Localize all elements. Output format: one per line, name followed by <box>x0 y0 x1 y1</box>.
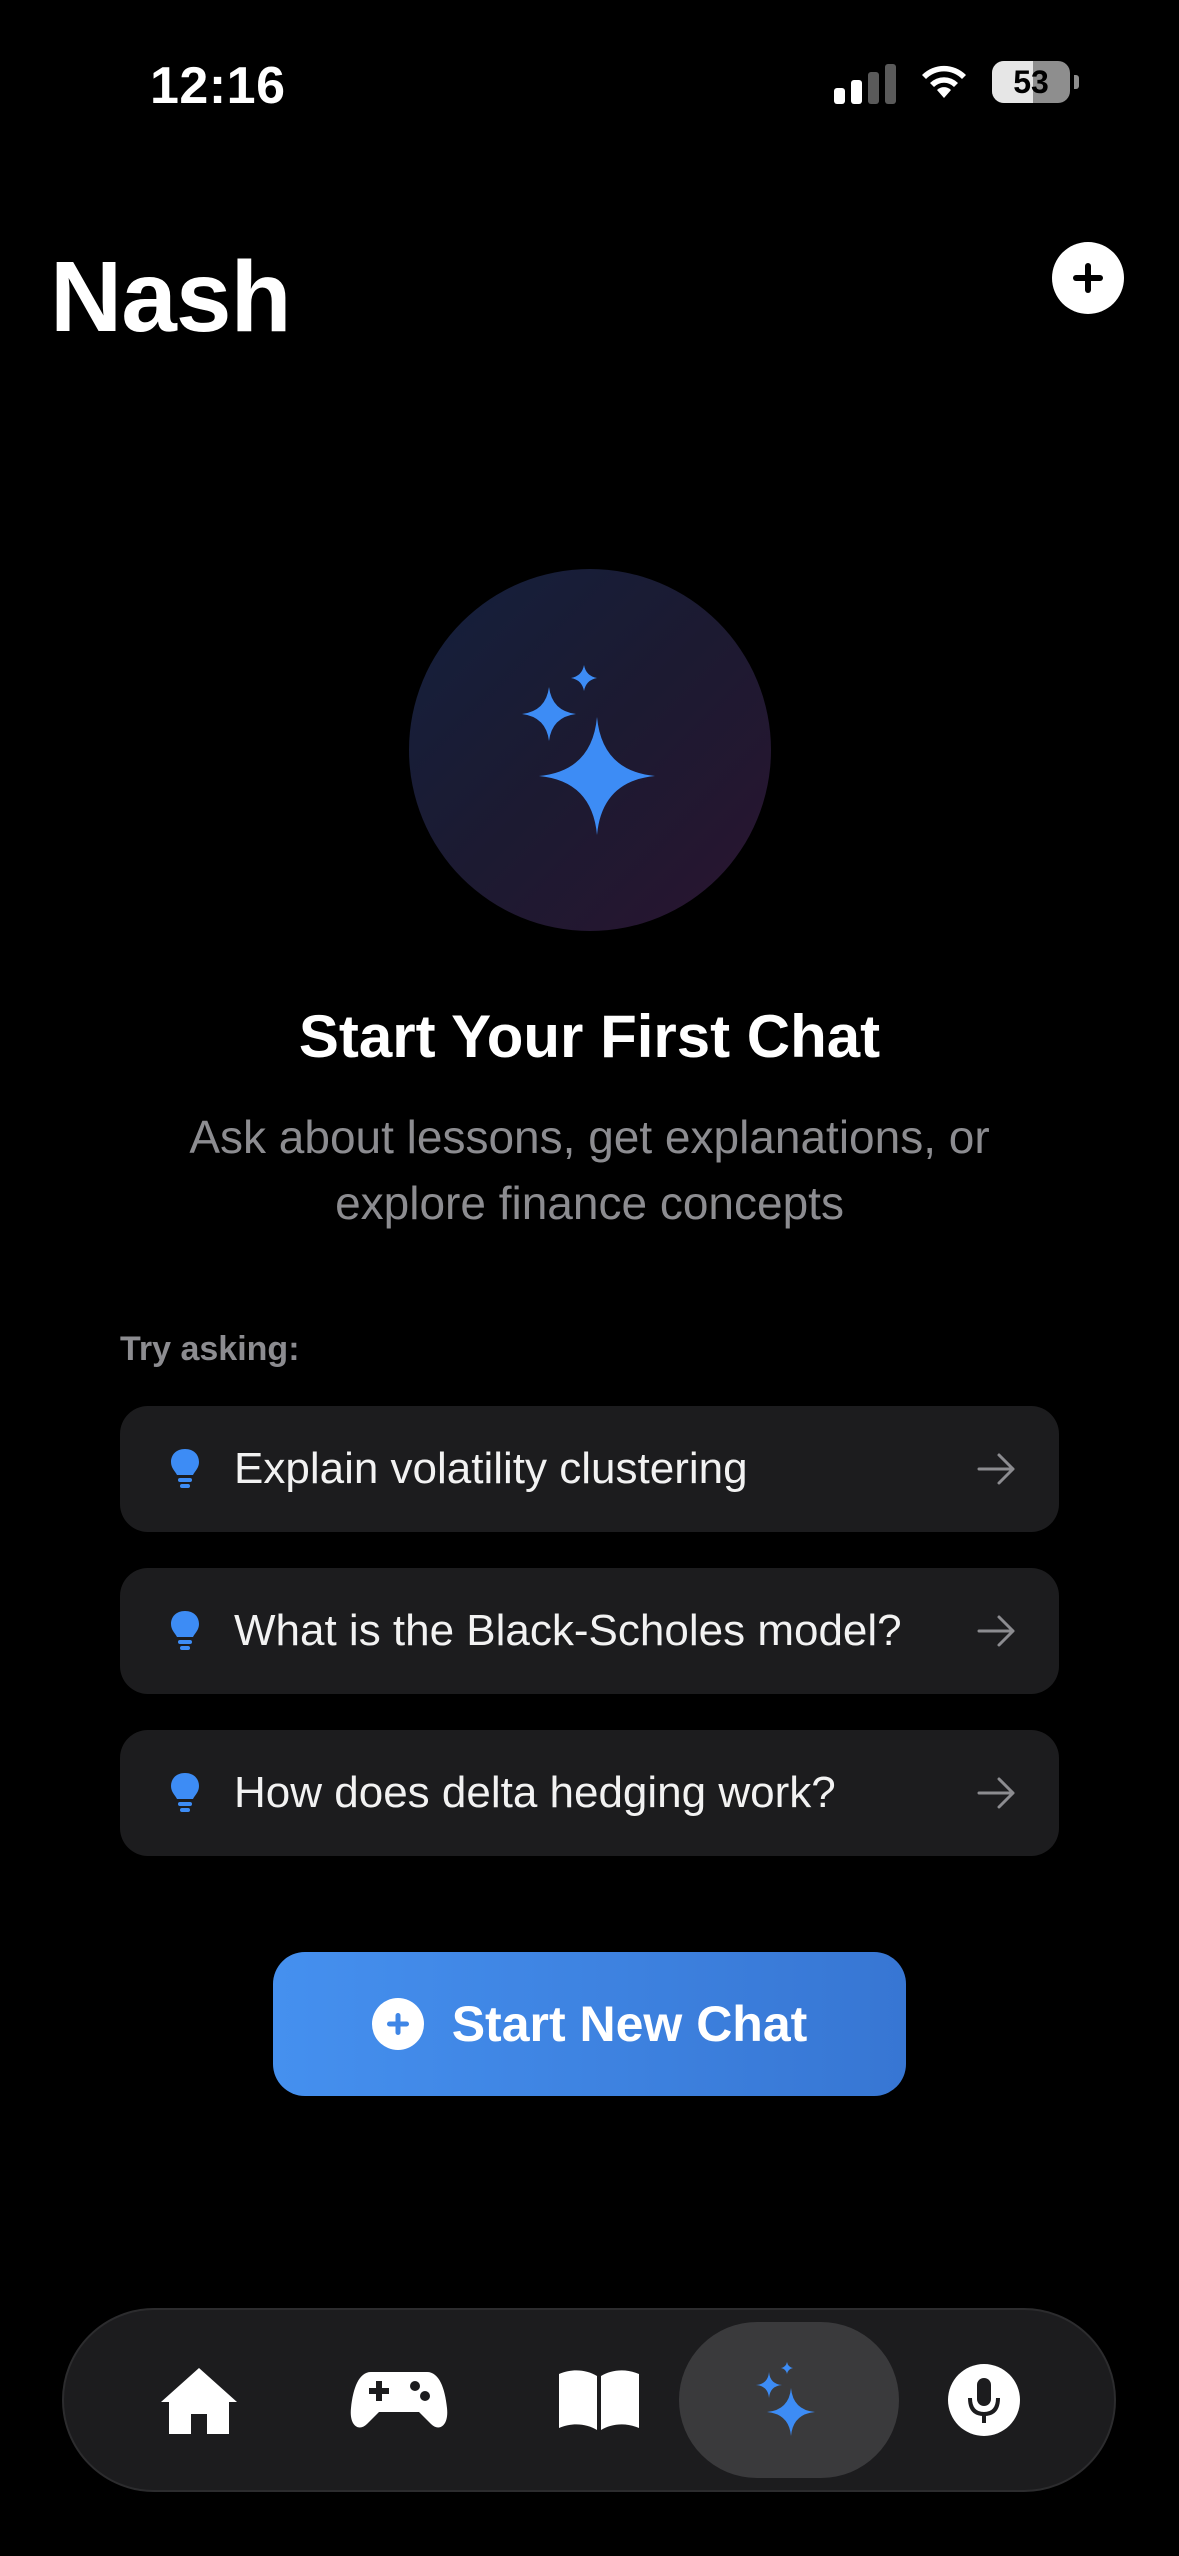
lightbulb-icon <box>171 1449 199 1488</box>
battery-icon: 53 <box>992 61 1070 103</box>
tab-home[interactable] <box>89 2322 309 2478</box>
arrow-right-icon <box>977 1453 1015 1485</box>
lightbulb-icon <box>171 1611 199 1650</box>
tab-bar <box>62 2308 1116 2492</box>
start-new-chat-button[interactable]: Start New Chat <box>273 1952 906 2096</box>
tab-lessons[interactable] <box>489 2322 709 2478</box>
suggestion-text: How does delta hedging work? <box>234 1768 836 1817</box>
tab-games[interactable] <box>289 2322 509 2478</box>
status-indicators: 53 <box>834 60 1079 104</box>
start-new-chat-label: Start New Chat <box>451 1996 808 2052</box>
plus-circle-icon <box>371 1998 424 2050</box>
tab-chat[interactable] <box>679 2322 899 2478</box>
suggestion-item[interactable]: What is the Black-Scholes model? <box>120 1568 1059 1694</box>
microphone-icon <box>948 2364 1020 2436</box>
suggestion-item[interactable]: Explain volatility clustering <box>120 1406 1059 1532</box>
screen: 12:16 53 Nash Start Your First Chat Ask … <box>0 0 1179 2556</box>
wifi-icon <box>922 65 966 98</box>
suggestion-text: What is the Black-Scholes model? <box>234 1606 902 1655</box>
battery-percent: 53 <box>1013 63 1049 100</box>
hero-title: Start Your First Chat <box>298 1003 881 1070</box>
cellular-signal-icon <box>834 60 896 104</box>
sparkles-icon <box>522 665 655 835</box>
arrow-right-icon <box>977 1777 1015 1809</box>
gamepad-icon <box>350 2372 448 2428</box>
plus-icon <box>1073 263 1103 293</box>
hero-subtitle: Ask about lessons, get explanations, or … <box>189 1111 990 1229</box>
suggestion-item[interactable]: How does delta hedging work? <box>120 1730 1059 1856</box>
lightbulb-icon <box>171 1773 199 1812</box>
tab-voice[interactable] <box>874 2322 1094 2478</box>
status-time: 12:16 <box>150 57 286 115</box>
suggestion-text: Explain volatility clustering <box>234 1444 748 1493</box>
battery-nub <box>1074 75 1079 89</box>
page-title: Nash <box>50 241 292 353</box>
new-chat-add-button[interactable] <box>1052 242 1124 314</box>
home-icon <box>161 2368 237 2434</box>
arrow-right-icon <box>977 1615 1015 1647</box>
suggestions-label: Try asking: <box>120 1330 300 1368</box>
sparkles-icon <box>756 2362 815 2436</box>
book-icon <box>559 2370 639 2430</box>
hero-badge <box>409 569 771 931</box>
